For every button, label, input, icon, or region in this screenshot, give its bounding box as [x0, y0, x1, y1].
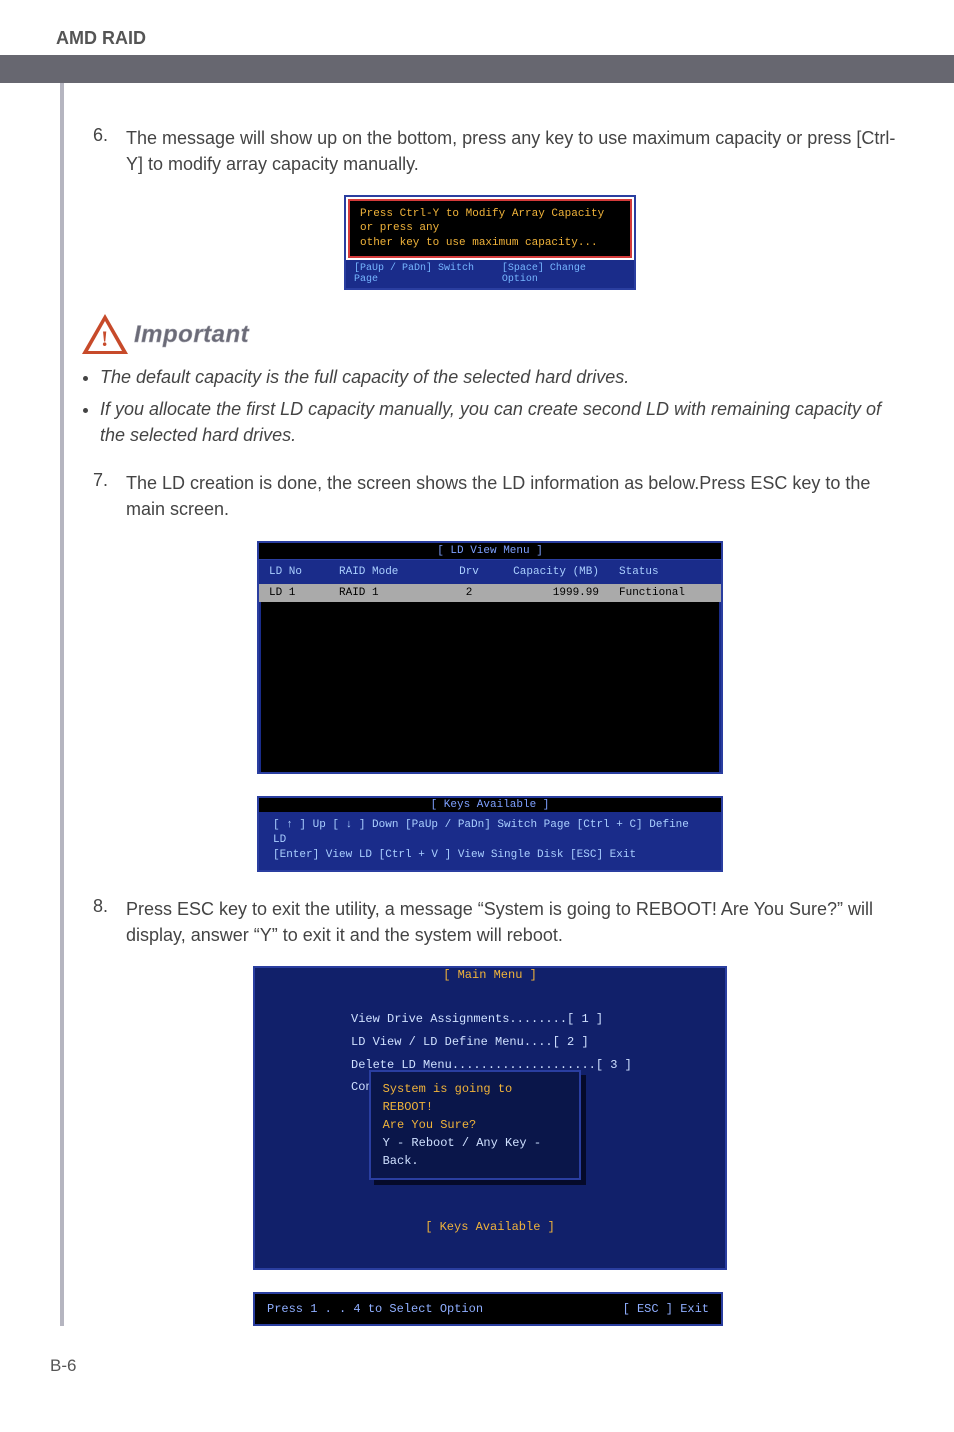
main-menu-screenshot: [ Main Menu ] View Drive Assignments....…	[253, 966, 727, 1326]
message-line1: Press Ctrl-Y to Modify Array Capacity or…	[360, 207, 620, 236]
nav-left: [PaUp / PaDn] Switch Page	[354, 263, 502, 285]
cell-status: Functional	[619, 587, 709, 599]
keys-available-title: [ Keys Available ]	[259, 798, 721, 812]
main-menu-body: [ Main Menu ] View Drive Assignments....…	[255, 968, 725, 1268]
ld-empty-body	[259, 602, 721, 772]
nav-right: [Space] Change Option	[502, 263, 626, 285]
keys-line1: [ ↑ ] Up [ ↓ ] Down [PaUp / PaDn] Switch…	[273, 818, 707, 849]
nav-strip: [PaUp / PaDn] Switch Page [Space] Change…	[346, 260, 634, 288]
reboot-dialog: System is going to REBOOT! Are You Sure?…	[369, 1070, 581, 1180]
bullet-2: If you allocate the first LD capacity ma…	[100, 396, 898, 448]
cell-capacity: 1999.99	[499, 587, 619, 599]
important-heading: ! Important	[82, 312, 898, 358]
warning-icon: !	[82, 312, 128, 358]
page-number: B-6	[50, 1356, 898, 1376]
menu-item-2: LD View / LD Define Menu....[ 2 ]	[351, 1031, 725, 1054]
important-bullets: The default capacity is the full capacit…	[100, 364, 898, 448]
main-menu-title: [ Main Menu ]	[255, 968, 725, 982]
bullet-1: The default capacity is the full capacit…	[100, 364, 898, 390]
header-band	[0, 55, 954, 83]
dialog-line1: System is going to REBOOT!	[383, 1080, 567, 1116]
step-6: 6. The message will show up on the botto…	[82, 125, 898, 177]
ld-view-titlebar: [ LD View Menu ]	[259, 543, 721, 560]
keys-line2: [Enter] View LD [Ctrl + V ] View Single …	[273, 848, 707, 863]
main-menu-list: View Drive Assignments........[ 1 ] LD V…	[351, 1008, 725, 1180]
step-7: 7. The LD creation is done, the screen s…	[82, 470, 898, 522]
col-ldno: LD No	[269, 566, 339, 578]
keys-available-body: [ ↑ ] Up [ ↓ ] Down [PaUp / PaDn] Switch…	[259, 812, 721, 870]
step-text: The message will show up on the bottom, …	[126, 125, 898, 177]
ld-view-menu-screenshot: [ LD View Menu ] LD No RAID Mode Drv Cap…	[257, 541, 723, 872]
col-raid-mode: RAID Mode	[339, 566, 439, 578]
step-number: 8.	[82, 896, 108, 917]
main-menu-footer: Press 1 . . 4 to Select Option [ ESC ] E…	[253, 1292, 723, 1326]
footer-left: Press 1 . . 4 to Select Option	[267, 1302, 483, 1316]
menu-item-1: View Drive Assignments........[ 1 ]	[351, 1008, 725, 1031]
dialog-line3: Y - Reboot / Any Key - Back.	[383, 1134, 567, 1170]
col-capacity: Capacity (MB)	[499, 566, 619, 578]
cell-ldno: LD 1	[269, 587, 339, 599]
footer-right: [ ESC ] Exit	[623, 1302, 709, 1316]
col-status: Status	[619, 566, 709, 578]
message-box: Press Ctrl-Y to Modify Array Capacity or…	[348, 199, 632, 258]
step-text: Press ESC key to exit the utility, a mes…	[126, 896, 898, 948]
section-title: AMD RAID	[56, 28, 898, 49]
important-label: Important	[134, 321, 249, 349]
ld-table-header: LD No RAID Mode Drv Capacity (MB) Status	[259, 560, 721, 584]
keys-available-title: [ Keys Available ]	[255, 1220, 725, 1234]
step-number: 6.	[82, 125, 108, 146]
col-drv: Drv	[439, 566, 499, 578]
capacity-message-screenshot: Press Ctrl-Y to Modify Array Capacity or…	[344, 195, 636, 290]
message-line2: other key to use maximum capacity...	[360, 236, 620, 250]
content-area: 6. The message will show up on the botto…	[60, 83, 898, 1326]
ld-table-row: LD 1 RAID 1 2 1999.99 Functional	[259, 584, 721, 602]
cell-drv: 2	[439, 587, 499, 599]
keys-available-panel: [ Keys Available ] [ ↑ ] Up [ ↓ ] Down […	[257, 796, 723, 872]
step-8: 8. Press ESC key to exit the utility, a …	[82, 896, 898, 948]
dialog-line2: Are You Sure?	[383, 1116, 567, 1134]
cell-raid-mode: RAID 1	[339, 587, 439, 599]
step-number: 7.	[82, 470, 108, 491]
step-text: The LD creation is done, the screen show…	[126, 470, 898, 522]
